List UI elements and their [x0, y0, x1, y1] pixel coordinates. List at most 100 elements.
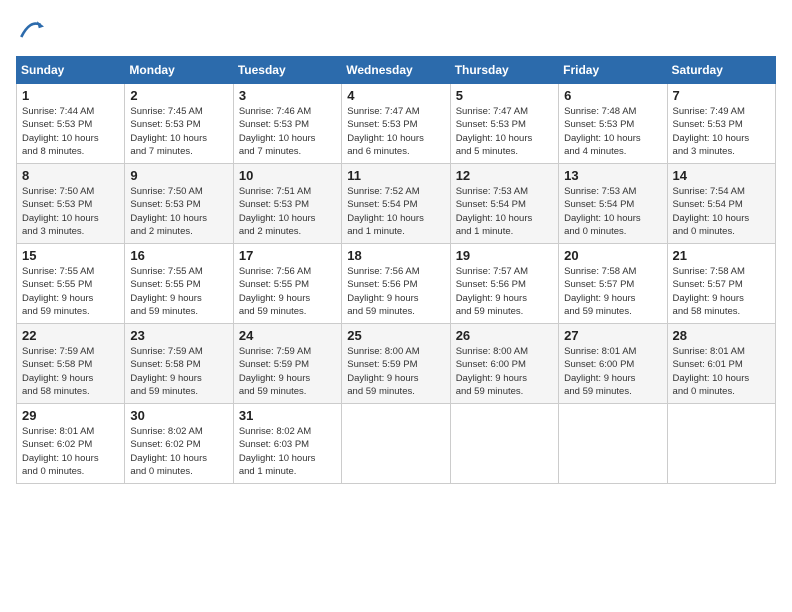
- day-info: Sunrise: 7:46 AM Sunset: 5:53 PM Dayligh…: [239, 105, 336, 158]
- day-number: 26: [456, 328, 553, 343]
- day-number: 25: [347, 328, 444, 343]
- day-number: 30: [130, 408, 227, 423]
- day-header-wednesday: Wednesday: [342, 57, 450, 84]
- calendar-cell: 28Sunrise: 8:01 AM Sunset: 6:01 PM Dayli…: [667, 324, 775, 404]
- day-info: Sunrise: 7:53 AM Sunset: 5:54 PM Dayligh…: [564, 185, 661, 238]
- day-info: Sunrise: 7:55 AM Sunset: 5:55 PM Dayligh…: [130, 265, 227, 318]
- day-number: 2: [130, 88, 227, 103]
- calendar-cell: 15 Sunrise: 7:55 AM Sunset: 5:55 PM Dayli…: [17, 244, 125, 324]
- day-info: Sunrise: 7:59 AM Sunset: 5:58 PM Dayligh…: [130, 345, 227, 398]
- day-info: Sunrise: 8:01 AM Sunset: 6:00 PM Dayligh…: [564, 345, 661, 398]
- day-number: 1: [22, 88, 119, 103]
- day-number: 3: [239, 88, 336, 103]
- day-header-friday: Friday: [559, 57, 667, 84]
- day-number: 18: [347, 248, 444, 263]
- calendar-cell: 8 Sunrise: 7:50 AM Sunset: 5:53 PM Daylig…: [17, 164, 125, 244]
- day-info: Sunrise: 7:51 AM Sunset: 5:53 PM Dayligh…: [239, 185, 336, 238]
- day-number: 11: [347, 168, 444, 183]
- calendar-cell: 11Sunrise: 7:52 AM Sunset: 5:54 PM Dayli…: [342, 164, 450, 244]
- calendar-week-0: 1 Sunrise: 7:44 AM Sunset: 5:53 PM Daylig…: [17, 84, 776, 164]
- day-number: 29: [22, 408, 119, 423]
- calendar-cell: 20 Sunrise: 7:58 AM Sunset: 5:57 PM Dayli…: [559, 244, 667, 324]
- day-info: Sunrise: 7:54 AM Sunset: 5:54 PM Dayligh…: [673, 185, 770, 238]
- day-number: 5: [456, 88, 553, 103]
- calendar-week-1: 8 Sunrise: 7:50 AM Sunset: 5:53 PM Daylig…: [17, 164, 776, 244]
- calendar-cell: 10 Sunrise: 7:51 AM Sunset: 5:53 PM Dayli…: [233, 164, 341, 244]
- calendar-cell: 14Sunrise: 7:54 AM Sunset: 5:54 PM Dayli…: [667, 164, 775, 244]
- day-number: 15: [22, 248, 119, 263]
- calendar-cell: 21Sunrise: 7:58 AM Sunset: 5:57 PM Dayli…: [667, 244, 775, 324]
- page-header: [16, 16, 776, 44]
- calendar-cell: [450, 404, 558, 484]
- day-number: 8: [22, 168, 119, 183]
- day-number: 19: [456, 248, 553, 263]
- day-number: 13: [564, 168, 661, 183]
- calendar-cell: 17Sunrise: 7:56 AM Sunset: 5:55 PM Dayli…: [233, 244, 341, 324]
- day-number: 22: [22, 328, 119, 343]
- calendar-cell: [667, 404, 775, 484]
- day-info: Sunrise: 7:49 AM Sunset: 5:53 PM Dayligh…: [673, 105, 770, 158]
- day-info: Sunrise: 7:47 AM Sunset: 5:53 PM Dayligh…: [347, 105, 444, 158]
- calendar-cell: 25 Sunrise: 8:00 AM Sunset: 5:59 PM Dayli…: [342, 324, 450, 404]
- day-info: Sunrise: 8:02 AM Sunset: 6:02 PM Dayligh…: [130, 425, 227, 478]
- day-info: Sunrise: 8:01 AM Sunset: 6:02 PM Dayligh…: [22, 425, 119, 478]
- day-info: Sunrise: 7:59 AM Sunset: 5:58 PM Dayligh…: [22, 345, 119, 398]
- day-header-tuesday: Tuesday: [233, 57, 341, 84]
- day-info: Sunrise: 7:47 AM Sunset: 5:53 PM Dayligh…: [456, 105, 553, 158]
- calendar-week-3: 22 Sunrise: 7:59 AM Sunset: 5:58 PM Dayli…: [17, 324, 776, 404]
- day-info: Sunrise: 8:00 AM Sunset: 6:00 PM Dayligh…: [456, 345, 553, 398]
- day-info: Sunrise: 8:02 AM Sunset: 6:03 PM Dayligh…: [239, 425, 336, 478]
- calendar-table: SundayMondayTuesdayWednesdayThursdayFrid…: [16, 56, 776, 484]
- calendar-cell: 19 Sunrise: 7:57 AM Sunset: 5:56 PM Dayli…: [450, 244, 558, 324]
- logo: [16, 16, 48, 44]
- calendar-cell: 26 Sunrise: 8:00 AM Sunset: 6:00 PM Dayli…: [450, 324, 558, 404]
- calendar-cell: 7Sunrise: 7:49 AM Sunset: 5:53 PM Daylig…: [667, 84, 775, 164]
- calendar-cell: 22 Sunrise: 7:59 AM Sunset: 5:58 PM Dayli…: [17, 324, 125, 404]
- day-number: 24: [239, 328, 336, 343]
- day-header-sunday: Sunday: [17, 57, 125, 84]
- day-info: Sunrise: 7:45 AM Sunset: 5:53 PM Dayligh…: [130, 105, 227, 158]
- calendar-cell: 23 Sunrise: 7:59 AM Sunset: 5:58 PM Dayli…: [125, 324, 233, 404]
- calendar-cell: 9Sunrise: 7:50 AM Sunset: 5:53 PM Daylig…: [125, 164, 233, 244]
- day-info: Sunrise: 7:58 AM Sunset: 5:57 PM Dayligh…: [564, 265, 661, 318]
- day-info: Sunrise: 7:44 AM Sunset: 5:53 PM Dayligh…: [22, 105, 119, 158]
- day-info: Sunrise: 8:00 AM Sunset: 5:59 PM Dayligh…: [347, 345, 444, 398]
- calendar-week-4: 29 Sunrise: 8:01 AM Sunset: 6:02 PM Dayli…: [17, 404, 776, 484]
- day-header-saturday: Saturday: [667, 57, 775, 84]
- calendar-cell: 1 Sunrise: 7:44 AM Sunset: 5:53 PM Daylig…: [17, 84, 125, 164]
- calendar-cell: 12 Sunrise: 7:53 AM Sunset: 5:54 PM Dayli…: [450, 164, 558, 244]
- day-info: Sunrise: 7:50 AM Sunset: 5:53 PM Dayligh…: [130, 185, 227, 238]
- calendar-cell: 30 Sunrise: 8:02 AM Sunset: 6:02 PM Dayli…: [125, 404, 233, 484]
- calendar-cell: [559, 404, 667, 484]
- day-header-thursday: Thursday: [450, 57, 558, 84]
- calendar-cell: 3 Sunrise: 7:46 AM Sunset: 5:53 PM Daylig…: [233, 84, 341, 164]
- day-info: Sunrise: 7:50 AM Sunset: 5:53 PM Dayligh…: [22, 185, 119, 238]
- calendar-cell: 16 Sunrise: 7:55 AM Sunset: 5:55 PM Dayli…: [125, 244, 233, 324]
- day-number: 20: [564, 248, 661, 263]
- logo-icon: [16, 16, 44, 44]
- calendar-cell: 13 Sunrise: 7:53 AM Sunset: 5:54 PM Dayli…: [559, 164, 667, 244]
- calendar-cell: 29 Sunrise: 8:01 AM Sunset: 6:02 PM Dayli…: [17, 404, 125, 484]
- day-number: 16: [130, 248, 227, 263]
- day-info: Sunrise: 7:53 AM Sunset: 5:54 PM Dayligh…: [456, 185, 553, 238]
- calendar-week-2: 15 Sunrise: 7:55 AM Sunset: 5:55 PM Dayli…: [17, 244, 776, 324]
- calendar-cell: 27Sunrise: 8:01 AM Sunset: 6:00 PM Dayli…: [559, 324, 667, 404]
- day-number: 12: [456, 168, 553, 183]
- day-info: Sunrise: 7:57 AM Sunset: 5:56 PM Dayligh…: [456, 265, 553, 318]
- calendar-cell: 2 Sunrise: 7:45 AM Sunset: 5:53 PM Daylig…: [125, 84, 233, 164]
- day-info: Sunrise: 7:56 AM Sunset: 5:55 PM Dayligh…: [239, 265, 336, 318]
- day-number: 10: [239, 168, 336, 183]
- calendar-cell: 4Sunrise: 7:47 AM Sunset: 5:53 PM Daylig…: [342, 84, 450, 164]
- day-info: Sunrise: 7:58 AM Sunset: 5:57 PM Dayligh…: [673, 265, 770, 318]
- calendar-cell: 6Sunrise: 7:48 AM Sunset: 5:53 PM Daylig…: [559, 84, 667, 164]
- day-number: 6: [564, 88, 661, 103]
- day-info: Sunrise: 7:55 AM Sunset: 5:55 PM Dayligh…: [22, 265, 119, 318]
- day-info: Sunrise: 7:59 AM Sunset: 5:59 PM Dayligh…: [239, 345, 336, 398]
- day-info: Sunrise: 8:01 AM Sunset: 6:01 PM Dayligh…: [673, 345, 770, 398]
- calendar-header-row: SundayMondayTuesdayWednesdayThursdayFrid…: [17, 57, 776, 84]
- day-info: Sunrise: 7:56 AM Sunset: 5:56 PM Dayligh…: [347, 265, 444, 318]
- day-number: 23: [130, 328, 227, 343]
- calendar-cell: 31 Sunrise: 8:02 AM Sunset: 6:03 PM Dayli…: [233, 404, 341, 484]
- day-number: 31: [239, 408, 336, 423]
- day-header-monday: Monday: [125, 57, 233, 84]
